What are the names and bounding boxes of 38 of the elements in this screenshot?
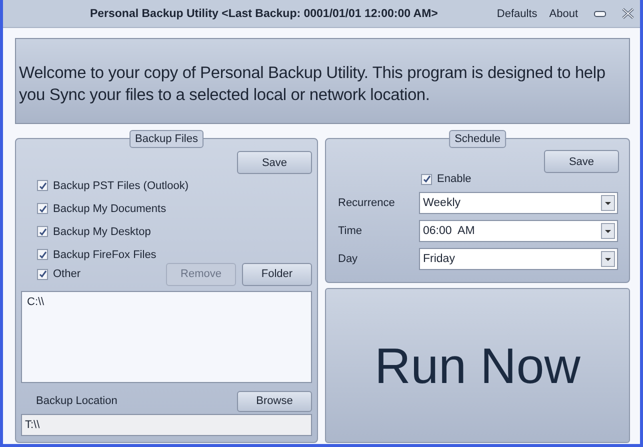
dropdown[interactable]: Weekly (419, 192, 618, 214)
checkbox[interactable] (37, 226, 48, 237)
checkbox[interactable] (37, 268, 48, 280)
group-title: Backup Files (129, 130, 204, 148)
dropdown[interactable]: Friday (419, 248, 618, 270)
window-title: Personal Backup Utility <Last Backup: 0001/01/01 12:00:00 AM> (88, 8, 439, 20)
checkbox-label[interactable]: Enable (437, 173, 472, 185)
checkbox[interactable] (421, 174, 432, 184)
checkbox-label[interactable]: Other (53, 268, 81, 280)
dropdown[interactable]: 06:00 AM (419, 220, 618, 242)
browse-button[interactable]: Browse (237, 390, 312, 412)
field-label: Backup Location (36, 395, 118, 408)
checkbox-label[interactable]: Backup FireFox Files (53, 248, 156, 260)
dropdown-arrow-icon (605, 258, 611, 260)
minimize-icon[interactable] (594, 10, 606, 16)
run-now-button[interactable]: Run Now (325, 288, 630, 443)
dropdown-arrow-icon (605, 230, 611, 232)
folder-button[interactable]: Folder (242, 262, 312, 286)
checkbox-label[interactable]: Backup PST Files (Outlook) (53, 180, 189, 192)
checkbox[interactable] (37, 249, 48, 260)
menu-item[interactable]: About (549, 8, 578, 20)
field-label: Recurrence (338, 197, 396, 209)
checkbox-label[interactable]: Backup My Desktop (53, 226, 151, 238)
dropdown-arrow-icon (605, 202, 611, 204)
close-icon[interactable] (622, 8, 634, 19)
menu-item[interactable]: Defaults (496, 8, 538, 20)
save-button[interactable]: Save (544, 150, 619, 173)
checkbox[interactable] (37, 180, 48, 191)
location-field[interactable]: T:\\ (21, 414, 312, 436)
welcome-banner: Welcome to your copy of Personal Backup Utility. This program is designed to help you Sync your files to a selected local or network location. (15, 38, 630, 124)
group-title: Schedule (448, 130, 506, 148)
list-item[interactable]: C:\\ (27, 296, 306, 308)
field-label: Time (338, 225, 364, 237)
checkbox[interactable] (37, 203, 48, 214)
checkbox-label[interactable]: Backup My Documents (53, 202, 166, 214)
field-label: Day (338, 253, 359, 265)
save-button[interactable]: Save (237, 151, 312, 174)
folder-list[interactable]: C:\\ (21, 291, 312, 383)
